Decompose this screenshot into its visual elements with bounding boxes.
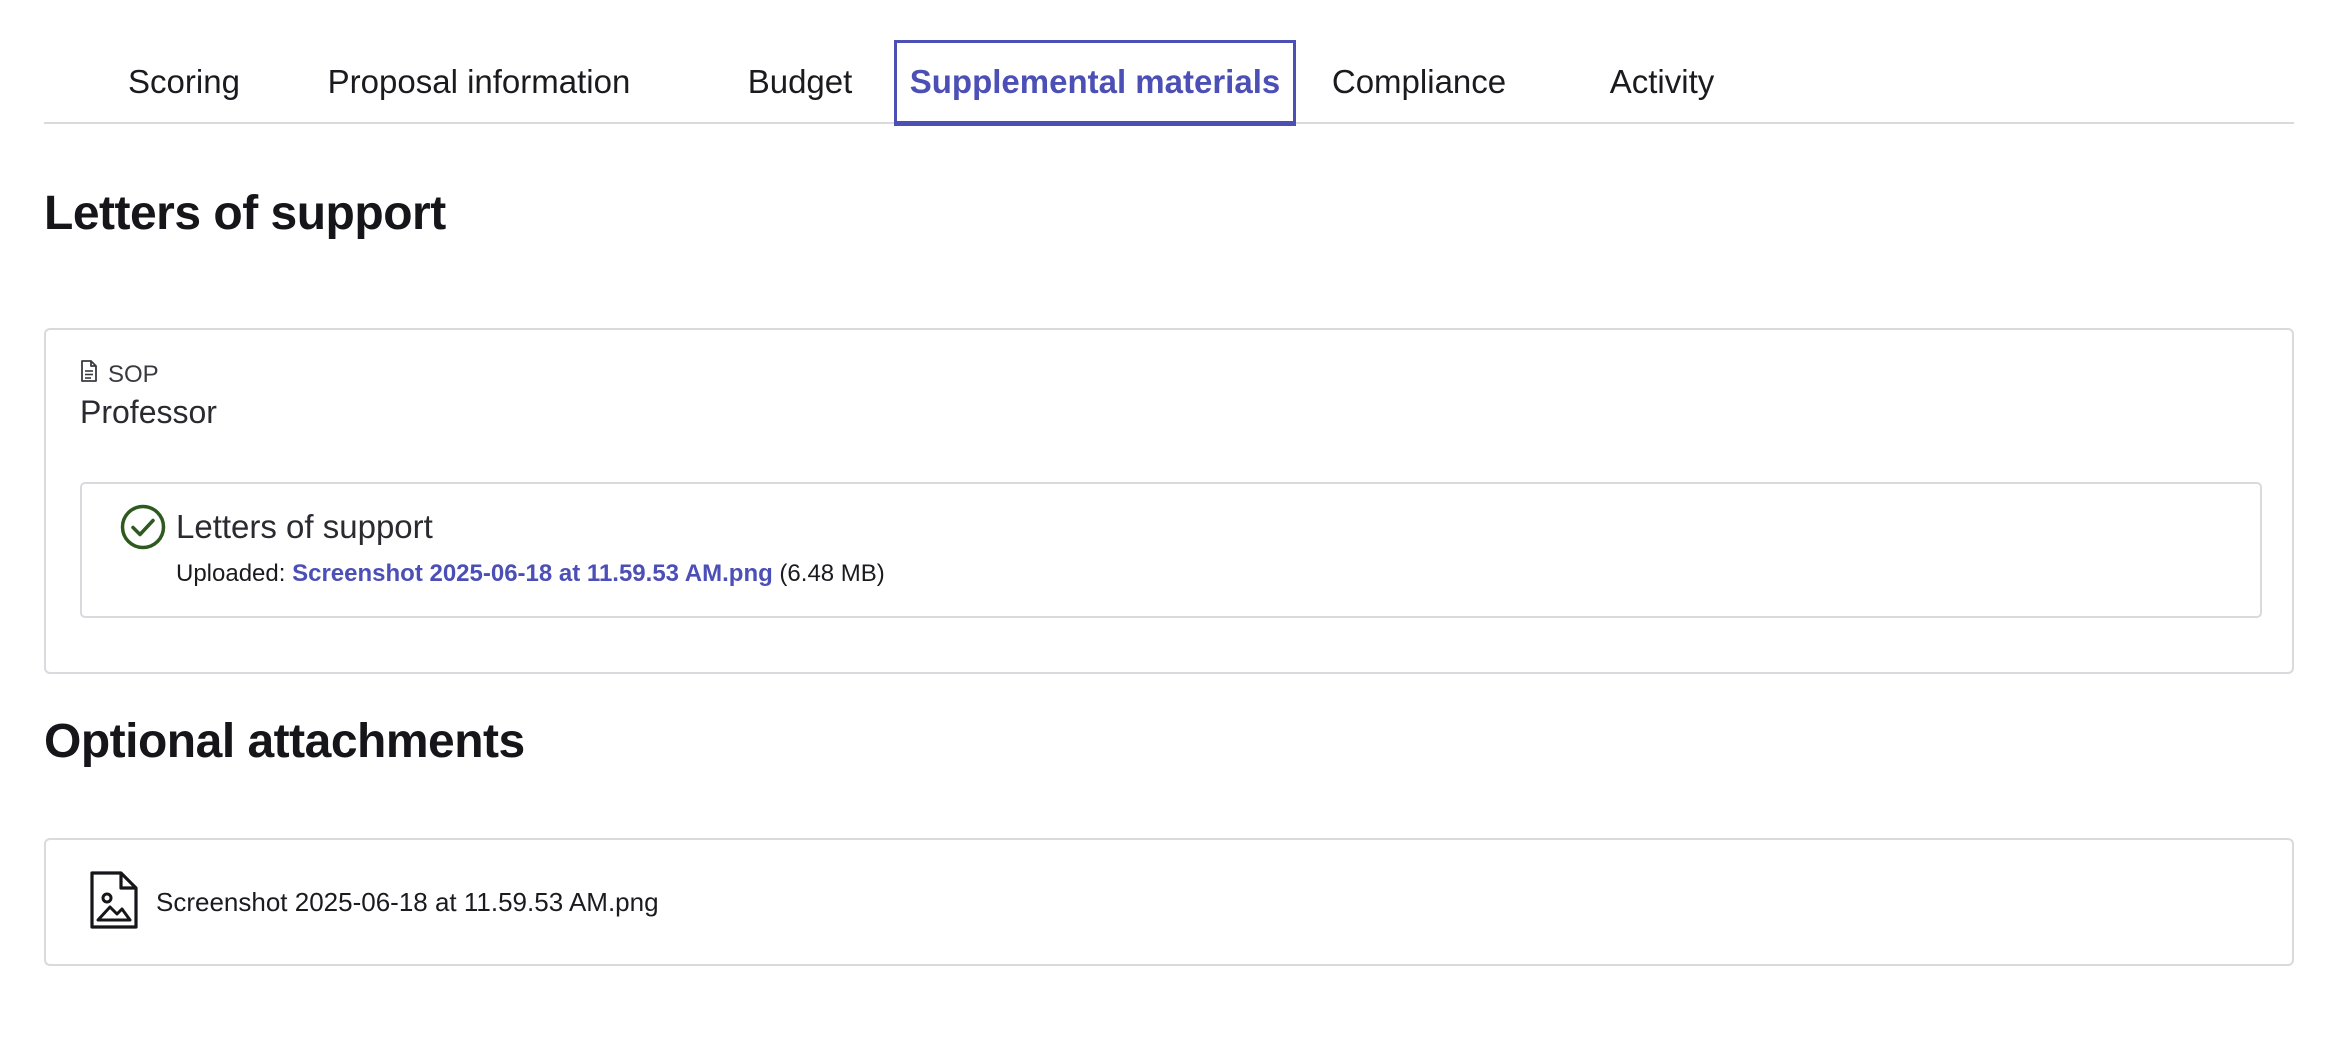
tab-proposal-information[interactable]: Proposal information xyxy=(314,40,644,124)
uploaded-prefix: Uploaded: xyxy=(176,560,293,587)
tab-scoring[interactable]: Scoring xyxy=(104,40,264,124)
check-circle-icon xyxy=(120,504,166,555)
file-size: (6.48 MB) xyxy=(772,560,885,587)
tab-bar: Scoring Proposal information Budget Supp… xyxy=(44,40,2294,126)
letters-of-support-heading: Letters of support xyxy=(44,187,446,240)
document-type-text: SOP xyxy=(108,360,159,388)
tab-activity[interactable]: Activity xyxy=(1580,40,1744,124)
attachment-item[interactable]: Screenshot 2025-06-18 at 11.59.53 AM.png xyxy=(88,870,659,935)
upload-info: Uploaded: Screenshot 2025-06-18 at 11.59… xyxy=(176,560,885,588)
letter-item-title: Letters of support xyxy=(176,508,433,545)
document-icon xyxy=(80,360,98,389)
document-type-label: SOP xyxy=(80,360,159,389)
tab-supplemental-materials[interactable]: Supplemental materials xyxy=(894,40,1296,126)
tab-compliance[interactable]: Compliance xyxy=(1314,40,1524,124)
optional-attachments-card: Screenshot 2025-06-18 at 11.59.53 AM.png xyxy=(44,838,2294,966)
image-file-icon xyxy=(88,870,140,935)
letter-upload-item: Letters of support Uploaded: Screenshot … xyxy=(80,482,2262,618)
attachment-name[interactable]: Screenshot 2025-06-18 at 11.59.53 AM.png xyxy=(156,887,659,918)
optional-attachments-heading: Optional attachments xyxy=(44,715,525,768)
letters-of-support-card: SOP Professor Letters of support Uploade… xyxy=(44,328,2294,674)
recipient-title: Professor xyxy=(80,394,217,430)
tab-budget[interactable]: Budget xyxy=(710,40,890,124)
uploaded-file-link[interactable]: Screenshot 2025-06-18 at 11.59.53 AM.png xyxy=(292,560,773,587)
